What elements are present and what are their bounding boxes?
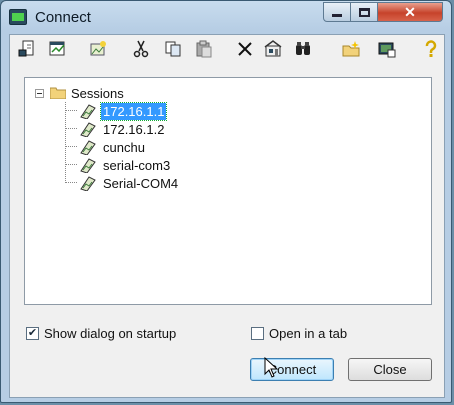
- collapse-icon[interactable]: [35, 88, 44, 98]
- quick-connect-icon: [18, 40, 34, 57]
- help-icon: [425, 40, 437, 57]
- find-icon: [296, 42, 310, 55]
- copy-button[interactable]: [162, 38, 184, 60]
- session-label: 172.16.1.2: [103, 121, 165, 137]
- delete-icon: [238, 42, 252, 56]
- window-title: Connect: [35, 9, 91, 26]
- tree-root-sessions[interactable]: Sessions: [35, 84, 124, 102]
- folder-icon: [50, 87, 66, 99]
- close-button[interactable]: Close: [348, 358, 432, 381]
- minimize-button[interactable]: [323, 2, 351, 22]
- new-session-button[interactable]: [87, 38, 109, 60]
- properties-icon: [264, 40, 282, 57]
- session-icon: [80, 176, 96, 191]
- help-button[interactable]: [420, 38, 442, 60]
- connect-dialog: Connect ✕ Sessions 172.16.1.1 172.16.1.2…: [0, 0, 452, 403]
- minimize-icon: [332, 14, 342, 17]
- quick-connect-button[interactable]: [16, 38, 38, 60]
- session-item[interactable]: serial-com3: [65, 156, 172, 174]
- cut-button[interactable]: [130, 38, 152, 60]
- properties-button[interactable]: [262, 38, 284, 60]
- tree-connector: [65, 164, 77, 166]
- tree-connector: [65, 110, 77, 112]
- maximize-button[interactable]: [350, 2, 378, 22]
- new-folder-button[interactable]: [340, 38, 362, 60]
- find-button[interactable]: [292, 38, 314, 60]
- new-session-icon: [90, 41, 106, 56]
- close-icon: ✕: [404, 3, 416, 20]
- close-window-button[interactable]: ✕: [377, 2, 443, 22]
- session-label: 172.16.1.1: [99, 101, 168, 121]
- delete-button[interactable]: [234, 38, 256, 60]
- toolbar: [10, 35, 444, 65]
- dialog-client-area: Sessions 172.16.1.1 172.16.1.2 cunchu se…: [9, 34, 445, 398]
- session-label: cunchu: [103, 139, 145, 155]
- session-item[interactable]: 172.16.1.2: [65, 120, 166, 138]
- connect-in-tab-button[interactable]: [47, 38, 69, 60]
- show-dialog-label: Show dialog on startup: [44, 326, 177, 341]
- session-icon: [80, 122, 96, 137]
- tree-connector: [65, 128, 77, 130]
- connect-button[interactable]: Connect: [250, 358, 334, 381]
- open-in-tab-label: Open in a tab: [269, 326, 348, 341]
- tree-root-label: Sessions: [71, 85, 124, 101]
- cut-icon: [133, 40, 149, 58]
- open-in-tab-option[interactable]: Open in a tab: [251, 326, 347, 341]
- paste-button[interactable]: [193, 38, 215, 60]
- new-folder-icon: [342, 41, 360, 57]
- maximize-icon: [358, 7, 370, 17]
- session-icon: [80, 140, 96, 155]
- session-icon: [80, 104, 96, 119]
- copy-icon: [165, 41, 181, 57]
- show-dialog-checkbox[interactable]: ✔: [26, 327, 39, 340]
- session-item[interactable]: cunchu: [65, 138, 147, 156]
- session-icon: [80, 158, 96, 173]
- paste-icon: [196, 40, 212, 58]
- session-label: Serial-COM4: [103, 175, 179, 191]
- desktop-shortcut-icon: [378, 42, 396, 58]
- connect-in-tab-icon: [49, 41, 65, 56]
- tree-connector: [65, 146, 77, 148]
- title-bar[interactable]: Connect ✕: [1, 1, 451, 35]
- session-label: serial-com3: [103, 157, 171, 173]
- checkmark-icon: ✔: [27, 327, 38, 339]
- open-in-tab-checkbox[interactable]: [251, 327, 264, 340]
- session-item[interactable]: 172.16.1.1: [65, 101, 168, 121]
- desktop-shortcut-button[interactable]: [376, 38, 398, 60]
- tree-connector: [65, 182, 77, 184]
- sessions-tree[interactable]: Sessions 172.16.1.1 172.16.1.2 cunchu se…: [24, 77, 432, 305]
- app-terminal-icon: [9, 9, 27, 25]
- session-item[interactable]: Serial-COM4: [65, 174, 180, 192]
- show-dialog-option[interactable]: ✔ Show dialog on startup: [26, 326, 176, 341]
- mouse-cursor-icon: [264, 357, 278, 378]
